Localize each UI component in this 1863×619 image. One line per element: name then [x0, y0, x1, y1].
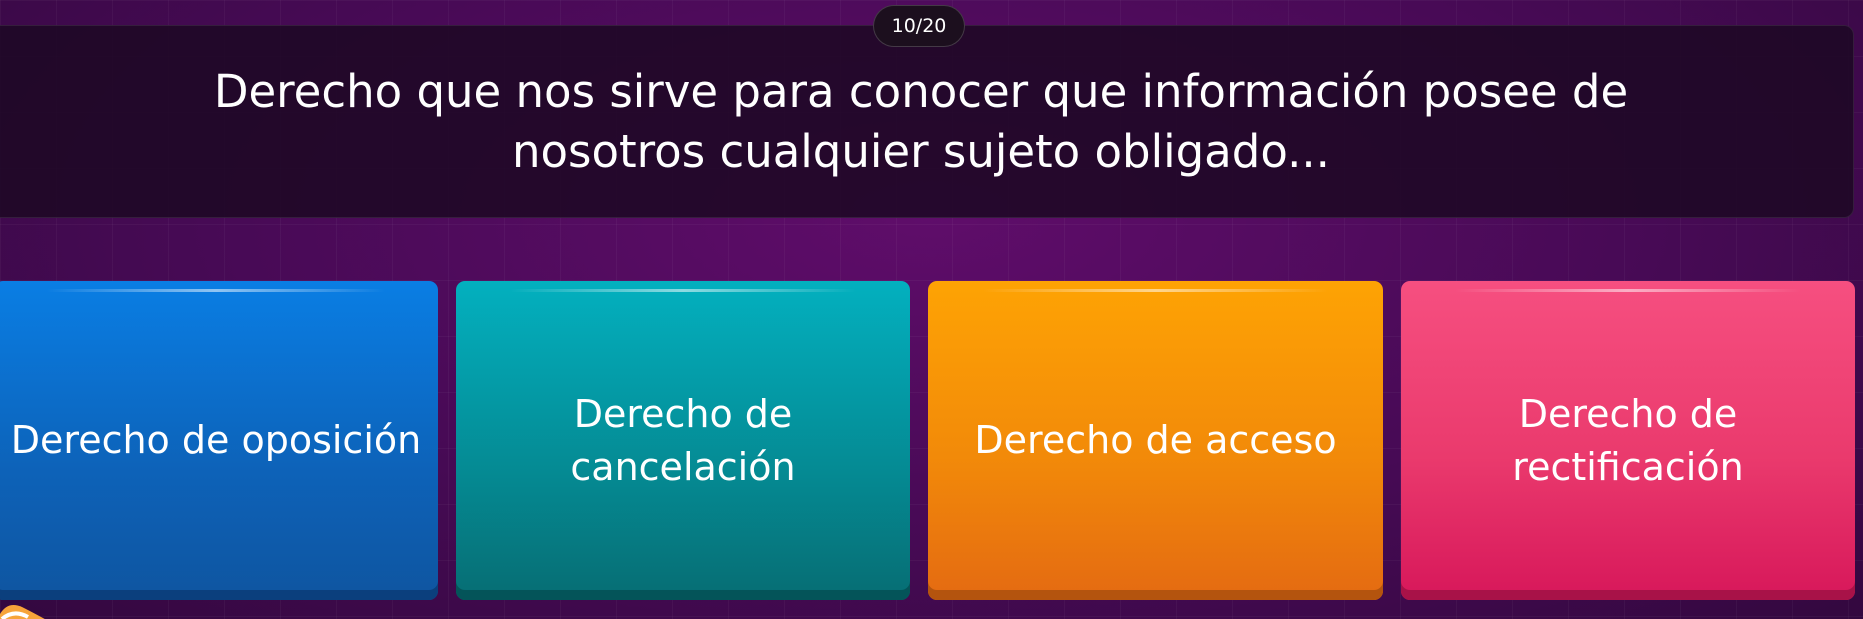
- answer-option-2[interactable]: Derecho de cancelación: [456, 281, 910, 600]
- answer-option-3-label: Derecho de acceso: [974, 418, 1337, 462]
- answer-option-4-label: Derecho de rectificación: [1512, 391, 1744, 489]
- answer-option-3[interactable]: Derecho de acceso: [928, 281, 1383, 600]
- mascot-icon: [0, 605, 45, 619]
- answer-option-1-label: Derecho de oposición: [10, 418, 422, 462]
- question-counter: 10/20: [873, 5, 965, 47]
- question-panel: Derecho que nos sirve para conocer que i…: [0, 25, 1854, 218]
- answer-option-2-label: Derecho de cancelación: [570, 391, 796, 489]
- answer-option-1[interactable]: Derecho de oposición: [0, 281, 438, 600]
- question-text: Derecho que nos sirve para conocer que i…: [213, 64, 1629, 178]
- answer-option-4[interactable]: Derecho de rectificación: [1401, 281, 1855, 600]
